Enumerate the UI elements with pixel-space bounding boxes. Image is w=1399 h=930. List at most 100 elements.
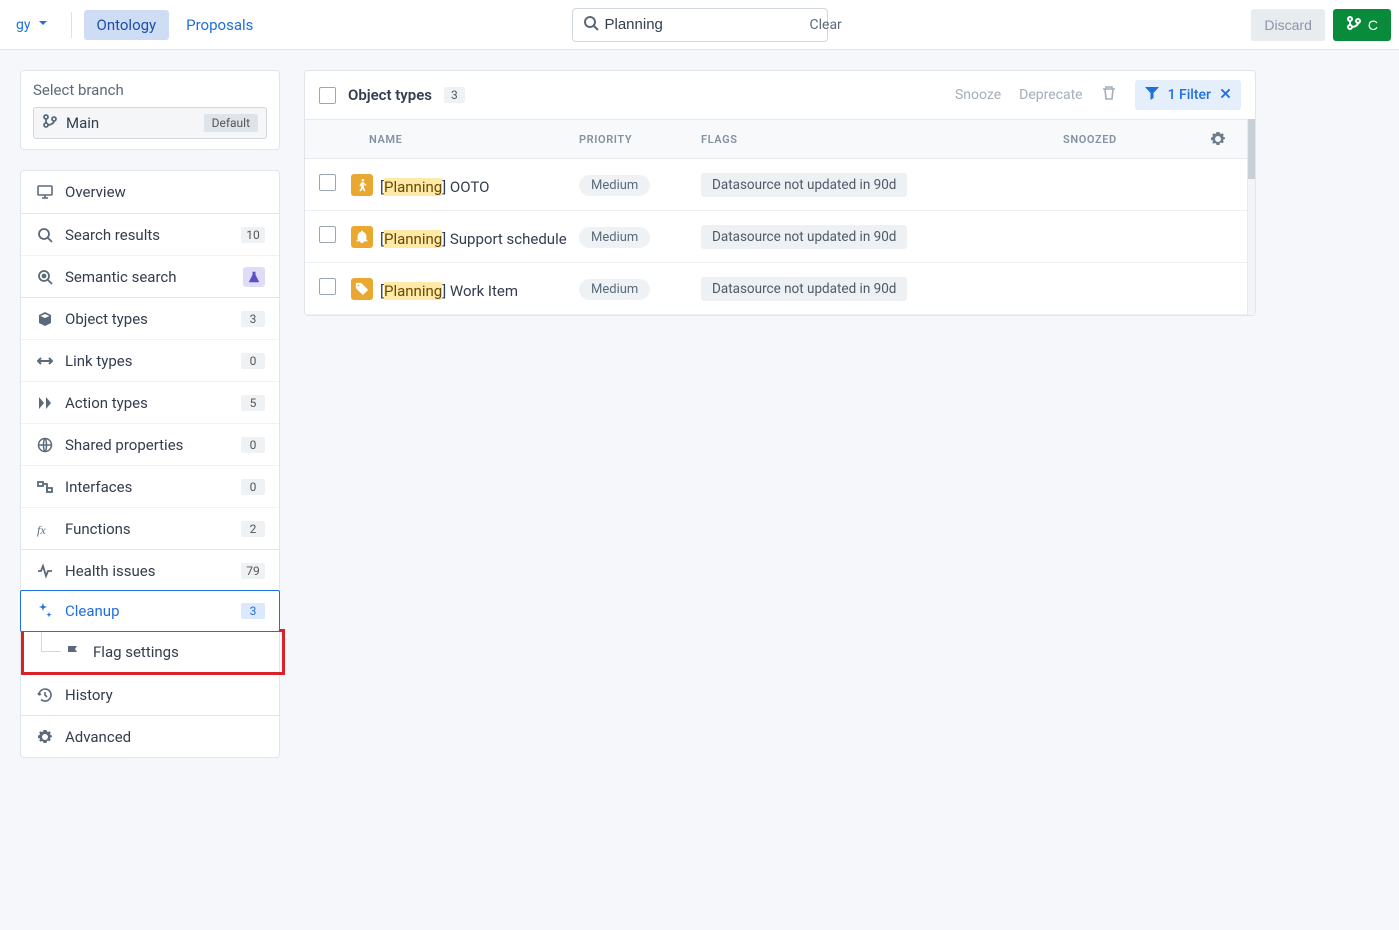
table-header: NAME PRIORITY FLAGS SNOOZED	[305, 119, 1247, 159]
nav-dropdown-label: gy	[16, 17, 31, 33]
sidebar-item-advanced[interactable]: Advanced	[21, 715, 279, 757]
svg-text:fx: fx	[37, 523, 46, 537]
row-checkbox[interactable]	[319, 278, 336, 295]
row-name: [Planning] Support schedule	[380, 230, 567, 248]
select-all-checkbox[interactable]	[319, 87, 336, 104]
filter-chip[interactable]: 1 Filter	[1135, 80, 1241, 110]
sidebar-item-health-issues[interactable]: Health issues 79	[21, 549, 279, 591]
trash-icon[interactable]	[1101, 85, 1117, 105]
sidebar-item-search-results[interactable]: Search results 10	[21, 213, 279, 255]
sidebar-item-shared-properties[interactable]: Shared properties 0	[21, 423, 279, 465]
semantic-search-icon	[35, 269, 55, 285]
sidebar-item-label: Functions	[65, 520, 131, 538]
search-icon	[35, 227, 55, 243]
sidebar-item-semantic-search[interactable]: Semantic search	[21, 255, 279, 297]
tree-connector	[41, 631, 61, 652]
link-icon	[35, 353, 55, 369]
column-priority[interactable]: PRIORITY	[579, 133, 701, 146]
branch-icon	[42, 113, 58, 133]
close-icon[interactable]	[1219, 87, 1232, 104]
tag-icon	[351, 278, 373, 300]
row-name: [Planning] OOTO	[380, 178, 489, 196]
row-name: [Planning] Work Item	[380, 282, 518, 300]
count-badge: 3	[241, 603, 265, 619]
sidebar-item-action-types[interactable]: Action types 5	[21, 381, 279, 423]
deprecate-action[interactable]: Deprecate	[1019, 87, 1082, 103]
priority-pill: Medium	[579, 227, 650, 248]
page-title: Object types	[348, 86, 432, 104]
priority-pill: Medium	[579, 175, 650, 196]
count-badge: 0	[241, 479, 265, 495]
sidebar-nav: Overview Search results 10 Semantic sear…	[20, 170, 280, 758]
branch-icon	[1346, 15, 1362, 34]
sidebar-item-interfaces[interactable]: Interfaces 0	[21, 465, 279, 507]
sidebar-item-label: Object types	[65, 310, 148, 328]
monitor-icon	[35, 184, 55, 200]
search-clear[interactable]: Clear	[810, 17, 842, 33]
filter-icon	[1144, 85, 1160, 105]
row-checkbox[interactable]	[319, 174, 336, 191]
search-icon	[583, 15, 599, 35]
main-panel: Object types 3 Snooze Deprecate 1 Filter…	[304, 70, 1256, 316]
count-badge: 0	[241, 437, 265, 453]
flag-icon	[63, 644, 83, 660]
interface-icon	[35, 479, 55, 495]
create-branch-button[interactable]: C	[1333, 9, 1391, 41]
cube-icon	[35, 311, 55, 327]
sidebar-item-flag-settings[interactable]: Flag settings	[21, 631, 279, 673]
sidebar-item-label: Cleanup	[65, 602, 120, 620]
sidebar-item-object-types[interactable]: Object types 3	[21, 297, 279, 339]
discard-button[interactable]: Discard	[1251, 9, 1324, 41]
flask-icon	[243, 267, 265, 287]
search-input[interactable]	[599, 16, 810, 33]
branch-selector[interactable]: Main Default	[33, 107, 267, 139]
filter-label: 1 Filter	[1168, 87, 1211, 103]
sidebar-item-label: Shared properties	[65, 436, 183, 454]
sidebar-item-label: Action types	[65, 394, 148, 412]
snooze-action[interactable]: Snooze	[955, 87, 1001, 103]
sidebar-item-history[interactable]: History	[21, 673, 279, 715]
top-bar: gy Ontology Proposals Clear Discard C	[0, 0, 1399, 50]
nav-dropdown[interactable]: gy	[8, 11, 59, 39]
sidebar-item-link-types[interactable]: Link types 0	[21, 339, 279, 381]
tab-proposals[interactable]: Proposals	[173, 10, 266, 40]
tab-ontology[interactable]: Ontology	[84, 10, 170, 40]
walk-icon	[351, 174, 373, 196]
sidebar-item-label: History	[65, 686, 113, 704]
sidebar-item-label: Overview	[65, 183, 126, 201]
count-badge: 0	[241, 353, 265, 369]
sparkle-icon	[35, 603, 55, 619]
main-toolbar: Object types 3 Snooze Deprecate 1 Filter	[305, 71, 1255, 119]
action-icon	[35, 395, 55, 411]
row-checkbox[interactable]	[319, 226, 336, 243]
scrollbar[interactable]	[1247, 119, 1255, 315]
globe-icon	[35, 437, 55, 453]
branch-selector-label: Select branch	[33, 81, 267, 99]
count-badge: 3	[444, 87, 465, 103]
table-row[interactable]: [Planning] OOTO Medium Datasource not upda…	[305, 159, 1247, 211]
column-name[interactable]: NAME	[351, 133, 579, 146]
scrollbar-thumb[interactable]	[1248, 119, 1255, 179]
branch-selector-panel: Select branch Main Default	[20, 70, 280, 150]
sidebar-item-functions[interactable]: fx Functions 2	[21, 507, 279, 549]
table-row[interactable]: [Planning] Support scheduleMediumDatasou…	[305, 211, 1247, 263]
count-badge: 10	[241, 227, 265, 243]
sidebar-item-overview[interactable]: Overview	[21, 171, 279, 213]
flag-pill: Datasource not updated in 90d	[701, 173, 907, 197]
count-badge: 79	[241, 563, 265, 579]
sidebar-item-label: Health issues	[65, 562, 155, 580]
sidebar-item-label: Flag settings	[93, 643, 179, 661]
caret-down-icon	[35, 15, 51, 35]
sidebar-item-cleanup[interactable]: Cleanup 3	[20, 590, 280, 632]
sidebar-item-label: Link types	[65, 352, 132, 370]
function-icon: fx	[35, 521, 55, 537]
sidebar-item-label: Semantic search	[65, 268, 177, 286]
separator	[71, 12, 72, 38]
sidebar-item-label: Advanced	[65, 728, 131, 746]
table-row[interactable]: [Planning] Work ItemMediumDatasource not…	[305, 263, 1247, 315]
column-flags[interactable]: FLAGS	[701, 133, 1063, 146]
pulse-icon	[35, 563, 55, 579]
gear-icon[interactable]	[1203, 131, 1233, 147]
column-snoozed[interactable]: SNOOZED	[1063, 133, 1203, 146]
search-field[interactable]: Clear	[572, 8, 828, 42]
